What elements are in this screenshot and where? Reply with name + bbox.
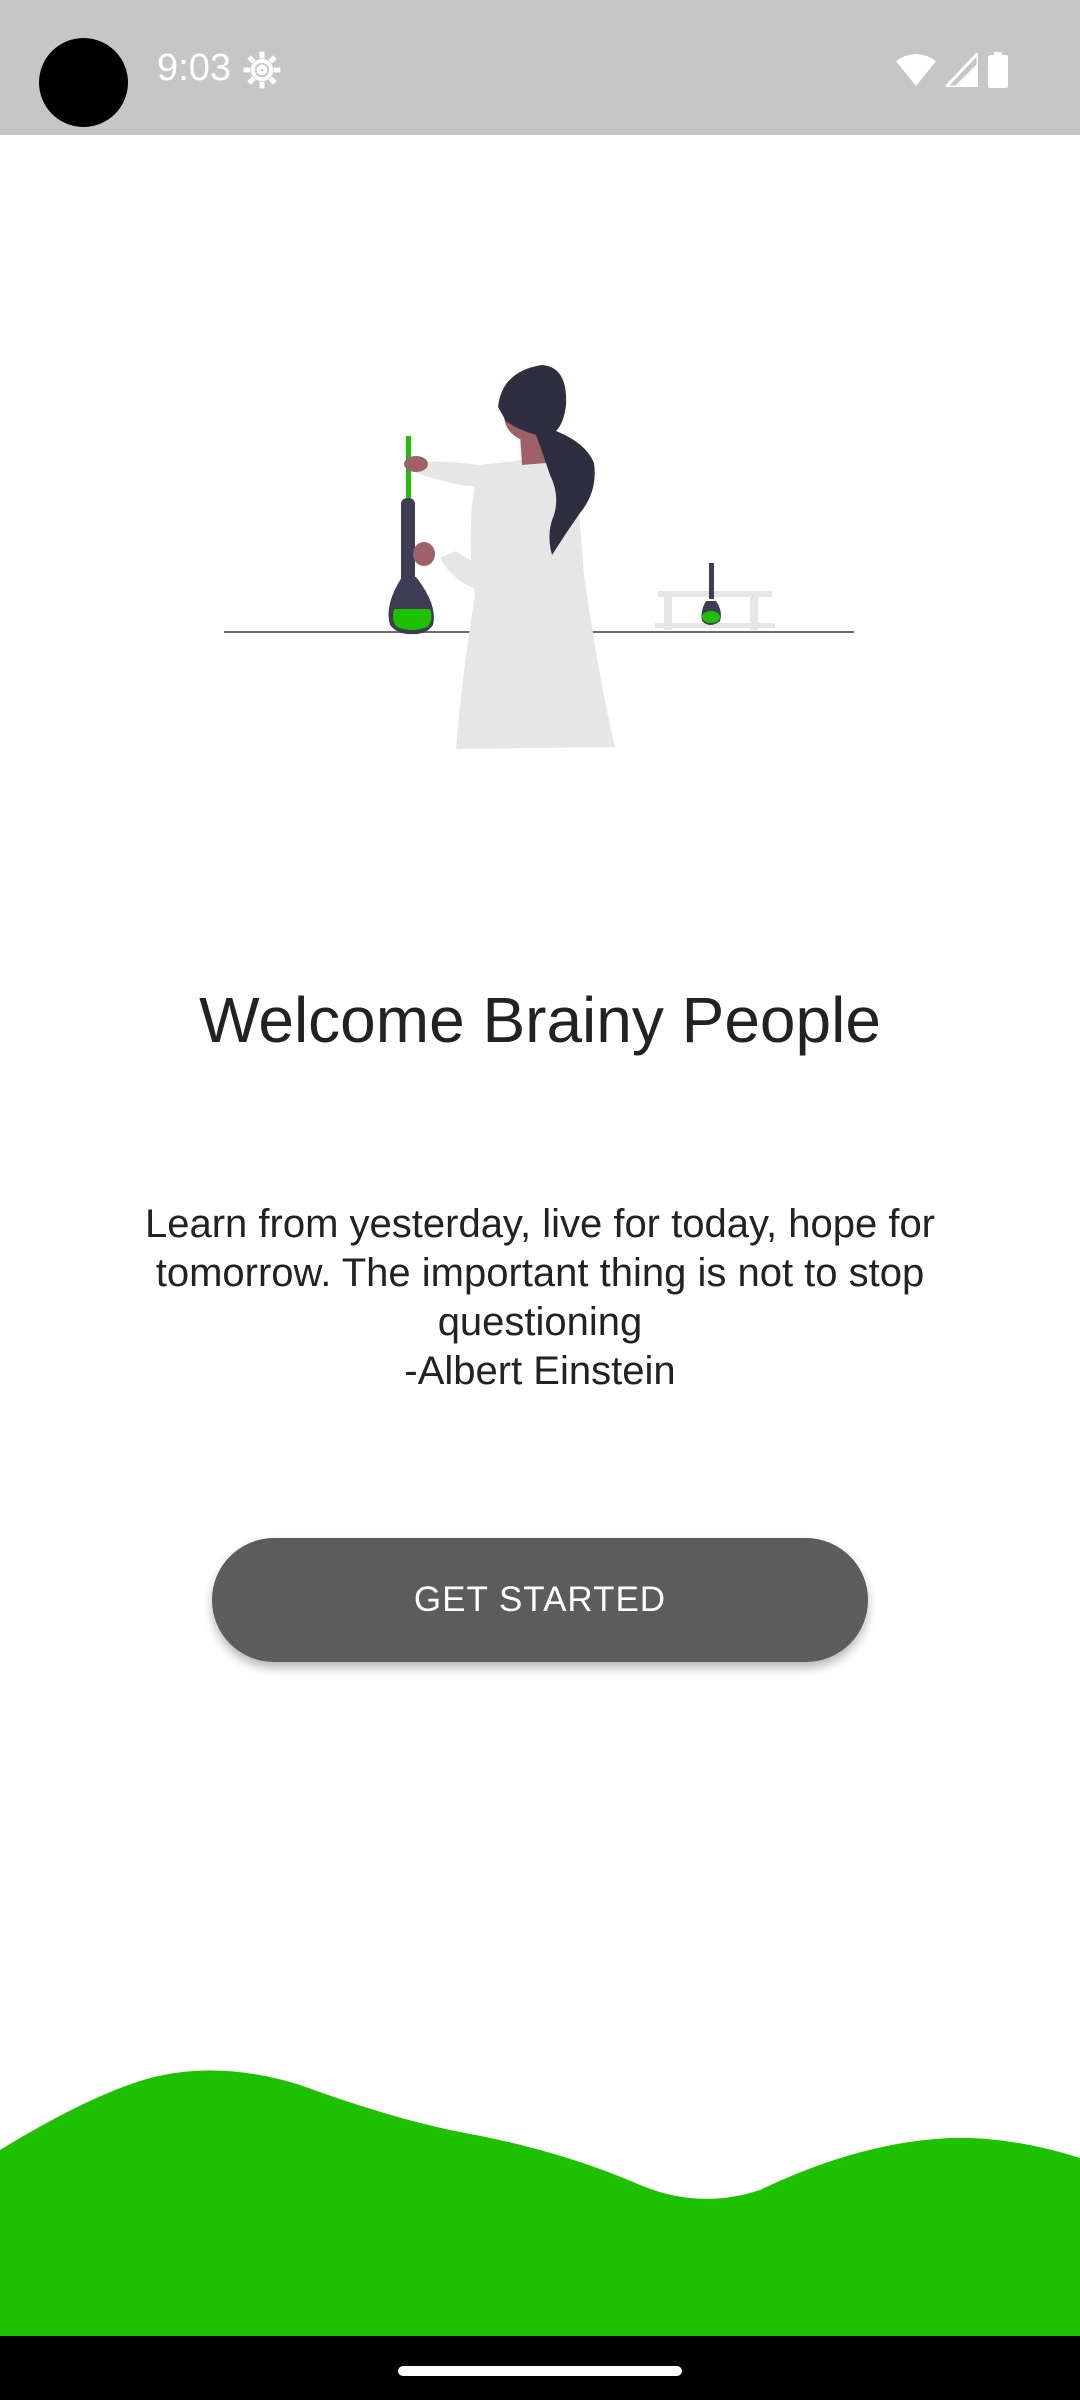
wifi-icon bbox=[896, 54, 936, 86]
get-started-button[interactable]: GET STARTED bbox=[212, 1538, 868, 1662]
quote-author: -Albert Einstein bbox=[404, 1349, 676, 1393]
camera-cutout bbox=[39, 38, 128, 127]
quote-text: Learn from yesterday, live for today, ho… bbox=[144, 1202, 936, 1344]
home-gesture-handle[interactable] bbox=[398, 2366, 682, 2376]
quote-block: Learn from yesterday, live for today, ho… bbox=[90, 1200, 990, 1396]
cellular-signal-icon bbox=[946, 53, 978, 87]
page-title: Welcome Brainy People bbox=[199, 984, 881, 1056]
green-wave-decoration bbox=[0, 2070, 1080, 2340]
status-bar: 9:03 bbox=[0, 0, 1080, 135]
scientist-illustration bbox=[224, 365, 854, 749]
settings-icon bbox=[243, 51, 281, 89]
battery-icon bbox=[988, 52, 1008, 88]
status-time: 9:03 bbox=[157, 47, 231, 89]
status-icons bbox=[896, 50, 1008, 90]
